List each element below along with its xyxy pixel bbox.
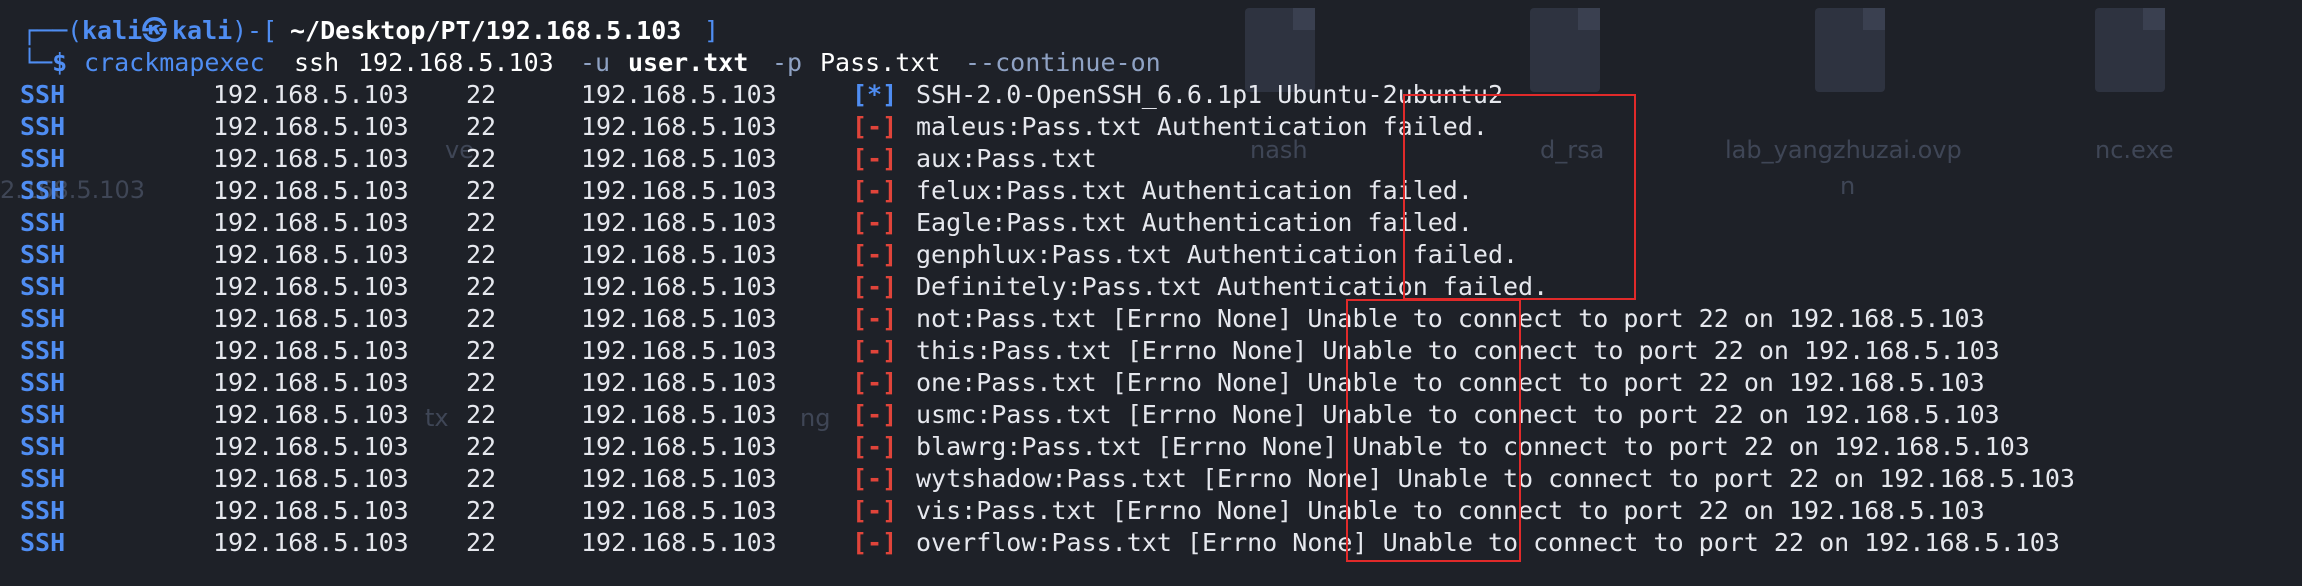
status-tag: [-] [852, 400, 898, 429]
command-option: --continue-on [965, 48, 1161, 77]
host-address: 192.168.5.103 [213, 464, 409, 493]
host-name: 192.168.5.103 [581, 464, 777, 493]
prompt-host: kali [172, 16, 233, 45]
result-message: Eagle:Pass.txt Authentication failed. [916, 208, 1473, 237]
host-name: 192.168.5.103 [581, 112, 777, 141]
protocol-label: SSH [20, 272, 66, 301]
status-tag: [-] [852, 368, 898, 397]
command-name: crackmapexec [84, 48, 265, 77]
host-address: 192.168.5.103 [213, 240, 409, 269]
status-tag: [-] [852, 496, 898, 525]
command-arg: Pass.txt [820, 48, 941, 77]
status-tag: [*] [852, 80, 898, 109]
prompt-path: ~/Desktop/PT/192.168.5.103 [290, 16, 682, 45]
status-tag: [-] [852, 304, 898, 333]
host-address: 192.168.5.103 [213, 336, 409, 365]
protocol-label: SSH [20, 80, 66, 109]
port-number: 22 [466, 272, 497, 301]
prompt-frame-mid: )-[ [232, 16, 278, 45]
status-tag: [-] [852, 240, 898, 269]
host-name: 192.168.5.103 [581, 336, 777, 365]
status-tag: [-] [852, 528, 898, 557]
protocol-label: SSH [20, 144, 66, 173]
host-address: 192.168.5.103 [213, 400, 409, 429]
command-option: -p [772, 48, 803, 77]
host-address: 192.168.5.103 [213, 432, 409, 461]
host-address: 192.168.5.103 [213, 528, 409, 557]
host-address: 192.168.5.103 [213, 144, 409, 173]
command-arg: 192.168.5.103 [358, 48, 554, 77]
prompt-at-symbol: ㉿ [142, 16, 168, 45]
port-number: 22 [466, 80, 497, 109]
protocol-label: SSH [20, 336, 66, 365]
command-arg: user.txt [628, 48, 749, 77]
prompt-user: kali [82, 16, 143, 45]
protocol-label: SSH [20, 432, 66, 461]
host-name: 192.168.5.103 [581, 80, 777, 109]
port-number: 22 [466, 112, 497, 141]
status-tag: [-] [852, 336, 898, 365]
host-name: 192.168.5.103 [581, 144, 777, 173]
port-number: 22 [466, 400, 497, 429]
host-name: 192.168.5.103 [581, 400, 777, 429]
protocol-label: SSH [20, 112, 66, 141]
port-number: 22 [466, 176, 497, 205]
port-number: 22 [466, 208, 497, 237]
protocol-label: SSH [20, 528, 66, 557]
host-address: 192.168.5.103 [213, 176, 409, 205]
highlight-box [1403, 94, 1636, 300]
status-tag: [-] [852, 208, 898, 237]
port-number: 22 [466, 368, 497, 397]
protocol-label: SSH [20, 240, 66, 269]
protocol-label: SSH [20, 496, 66, 525]
command-option: -u [580, 48, 611, 77]
highlight-box [1346, 299, 1521, 562]
status-tag: [-] [852, 176, 898, 205]
protocol-label: SSH [20, 176, 66, 205]
prompt-frame-open: ┌──( [22, 16, 83, 45]
protocol-label: SSH [20, 208, 66, 237]
host-name: 192.168.5.103 [581, 496, 777, 525]
port-number: 22 [466, 496, 497, 525]
host-name: 192.168.5.103 [581, 432, 777, 461]
result-message: felux:Pass.txt Authentication failed. [916, 176, 1473, 205]
port-number: 22 [466, 528, 497, 557]
status-tag: [-] [852, 144, 898, 173]
status-tag: [-] [852, 432, 898, 461]
protocol-label: SSH [20, 368, 66, 397]
port-number: 22 [466, 464, 497, 493]
host-address: 192.168.5.103 [213, 368, 409, 397]
command-line[interactable]: └─$ crackmapexec ssh 192.168.5.103 -u us… [0, 47, 1161, 79]
port-number: 22 [466, 304, 497, 333]
host-address: 192.168.5.103 [213, 80, 409, 109]
port-number: 22 [466, 432, 497, 461]
prompt-frame-close: ] [704, 16, 720, 45]
protocol-label: SSH [20, 464, 66, 493]
port-number: 22 [466, 144, 497, 173]
host-name: 192.168.5.103 [581, 368, 777, 397]
prompt-header-line: ┌──( kali ㉿ kali )-[ ~/Desktop/PT/192.16… [0, 15, 719, 47]
host-name: 192.168.5.103 [581, 240, 777, 269]
terminal-window[interactable]: ┌──( kali ㉿ kali )-[ ~/Desktop/PT/192.16… [0, 0, 2302, 586]
port-number: 22 [466, 240, 497, 269]
host-name: 192.168.5.103 [581, 528, 777, 557]
status-tag: [-] [852, 272, 898, 301]
protocol-label: SSH [20, 400, 66, 429]
host-name: 192.168.5.103 [581, 272, 777, 301]
status-tag: [-] [852, 112, 898, 141]
command-arg: ssh [294, 48, 340, 77]
host-address: 192.168.5.103 [213, 496, 409, 525]
host-address: 192.168.5.103 [213, 208, 409, 237]
host-name: 192.168.5.103 [581, 304, 777, 333]
port-number: 22 [466, 336, 497, 365]
host-address: 192.168.5.103 [213, 112, 409, 141]
result-message: aux:Pass.txt [916, 144, 1097, 173]
prompt-dollar: └─$ [22, 48, 68, 77]
host-address: 192.168.5.103 [213, 304, 409, 333]
host-address: 192.168.5.103 [213, 272, 409, 301]
host-name: 192.168.5.103 [581, 208, 777, 237]
host-name: 192.168.5.103 [581, 176, 777, 205]
protocol-label: SSH [20, 304, 66, 333]
status-tag: [-] [852, 464, 898, 493]
